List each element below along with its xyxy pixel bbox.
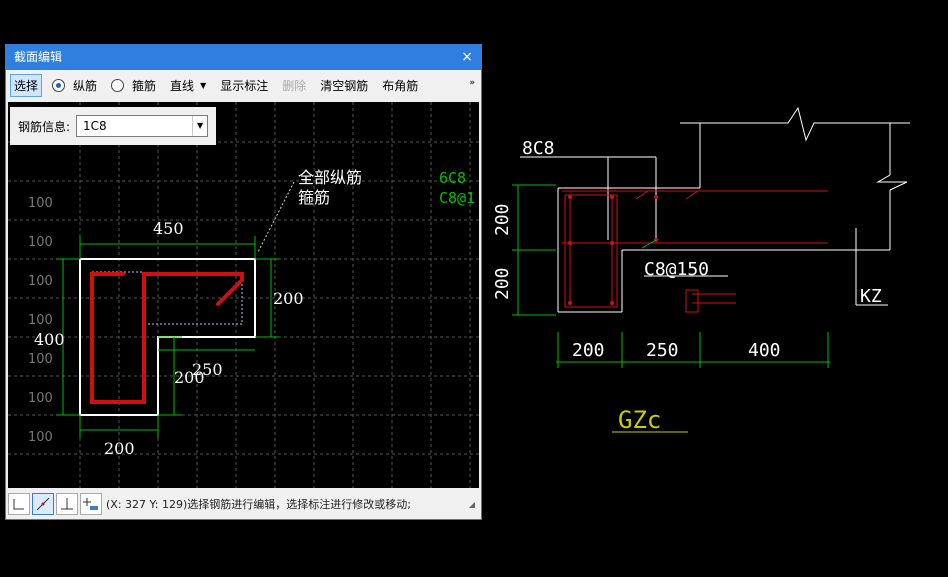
rebar-info-label: 钢筋信息: (18, 119, 71, 134)
dim-inner-width[interactable]: 250 (192, 360, 223, 379)
longitudinal-radio[interactable]: 纵筋 (52, 77, 97, 94)
stirrup-label: 箍筋 (132, 78, 157, 93)
cad-dim-v2: 200 (492, 267, 513, 300)
cad-kz-label: KZ (860, 286, 882, 307)
grid-label: 100 (28, 313, 53, 328)
chevron-down-icon[interactable]: ▼ (192, 116, 207, 136)
clear-rebar-button[interactable]: 清空钢筋 (320, 77, 368, 94)
note-all-longitudinal[interactable]: 全部纵筋 (298, 168, 362, 187)
perpendicular-icon[interactable] (56, 493, 78, 515)
dialog-title: 截面编辑 (14, 50, 63, 64)
rebar-info-value: 1C8 (83, 119, 107, 133)
dialog-titlebar[interactable]: 截面编辑 × (6, 45, 481, 70)
rebar-hook[interactable] (216, 278, 244, 306)
close-icon[interactable]: × (461, 45, 473, 70)
grid-label: 100 (28, 430, 53, 445)
edit-canvas[interactable]: 100 100 100 100 100 100 100 100 100 100 … (8, 102, 479, 488)
snap-grid-icon[interactable] (80, 493, 102, 515)
toolbar-more-icon[interactable]: » (469, 78, 475, 88)
grid-label: 100 (28, 235, 53, 250)
dim-bottom-width[interactable]: 200 (104, 439, 135, 458)
leader-line (257, 181, 295, 253)
dim-right-height[interactable]: 200 (273, 289, 304, 308)
corner-rebar-button[interactable]: 布角筋 (382, 77, 418, 94)
rebar-info-combo[interactable]: 1C8 ▼ (76, 115, 209, 137)
resize-grip-icon[interactable]: ◢ (469, 500, 475, 509)
note-stirrup-spec[interactable]: C8@1 (439, 189, 475, 207)
cad-dim-v1: 200 (492, 203, 513, 236)
radio-unchecked-icon (111, 78, 125, 92)
status-text: (X: 327 Y: 129)选择钢筋进行编辑，选择标注进行修改或移动; (106, 498, 411, 511)
note-stirrup[interactable]: 箍筋 (298, 188, 330, 207)
grid-label: 100 (28, 196, 53, 211)
stirrup-radio[interactable]: 箍筋 (111, 77, 156, 94)
dim-left-height[interactable]: 400 (34, 330, 65, 349)
chevron-down-icon: ▼ (200, 80, 207, 90)
section-edit-dialog: 截面编辑 × 选择 纵筋 箍筋 直线 ▼ 显示标注 删除 清空钢筋 布角筋 » (5, 44, 482, 520)
cad-dim-h1: 200 (572, 340, 605, 361)
radio-checked-icon (52, 78, 66, 92)
cad-title: GZc (618, 406, 661, 434)
cad-dim-h3: 400 (748, 340, 781, 361)
status-bar: (X: 327 Y: 129)选择钢筋进行编辑，选择标注进行修改或移动; ◢ (8, 491, 479, 517)
polar-mode-icon[interactable] (32, 493, 54, 515)
grid-label: 100 (28, 274, 53, 289)
dim-top-width[interactable]: 450 (153, 219, 184, 238)
toolbar: 选择 纵筋 箍筋 直线 ▼ 显示标注 删除 清空钢筋 布角筋 (6, 70, 481, 100)
cad-stirrup-label: C8@150 (644, 259, 709, 280)
grid-label: 100 (28, 352, 53, 367)
ortho-mode-icon[interactable] (8, 493, 30, 515)
section-drawing: 100 100 100 100 100 100 100 100 100 100 … (8, 102, 479, 488)
cad-dim-h2: 250 (646, 340, 679, 361)
grid-label: 100 (28, 391, 53, 406)
line-dropdown[interactable]: 直线 ▼ (170, 77, 206, 94)
cad-label-8c8: 8C8 (522, 138, 555, 159)
longitudinal-label: 纵筋 (73, 78, 98, 93)
delete-button[interactable]: 删除 (282, 77, 306, 94)
show-dim-button[interactable]: 显示标注 (220, 77, 268, 94)
rebar-info-panel: 钢筋信息: 1C8 ▼ (10, 107, 216, 145)
note-6c8[interactable]: 6C8 (439, 169, 466, 187)
select-button[interactable]: 选择 (10, 73, 43, 97)
line-label: 直线 (170, 78, 195, 93)
